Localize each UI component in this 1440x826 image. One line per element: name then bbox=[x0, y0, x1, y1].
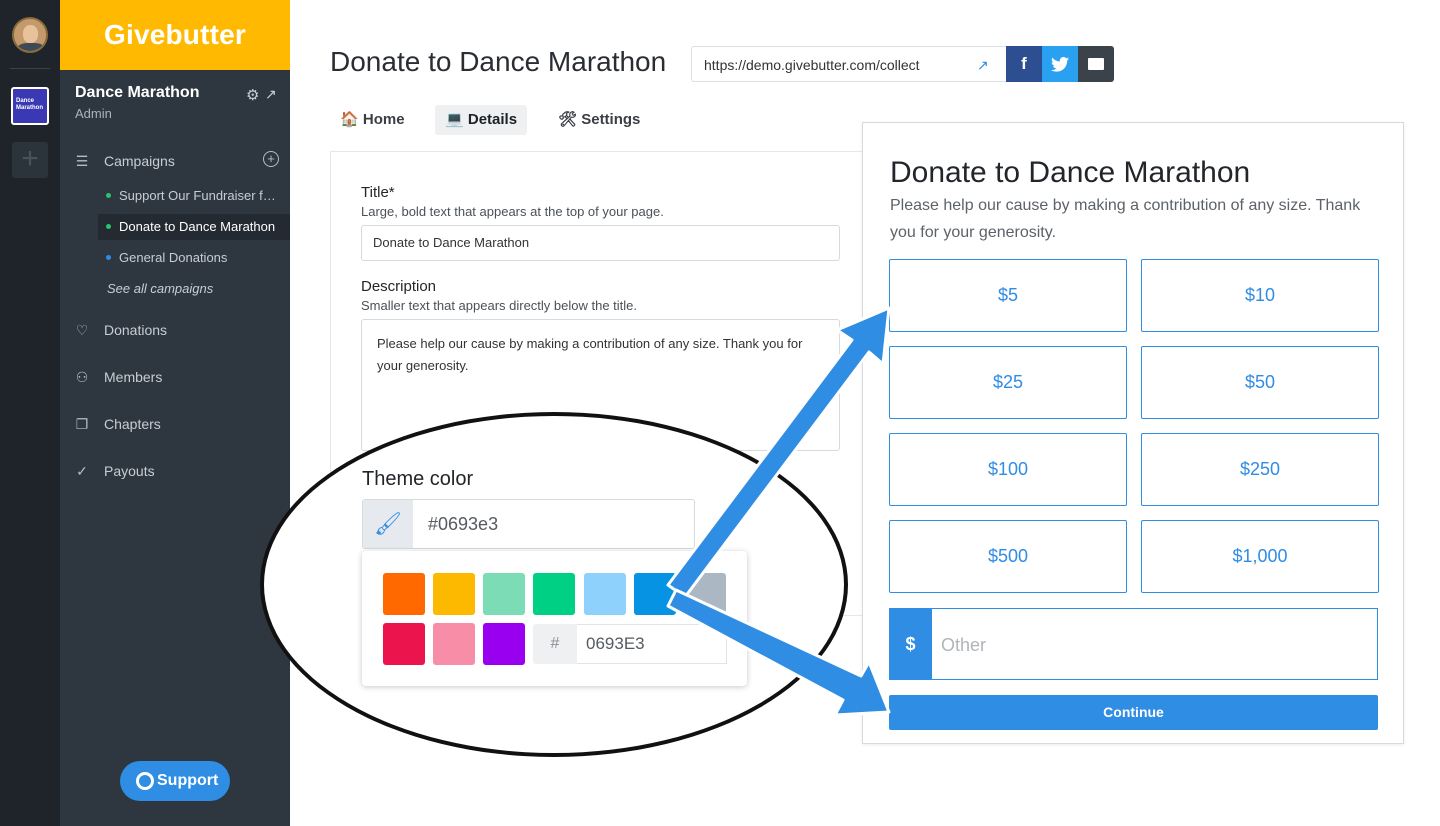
facebook-share-button[interactable]: f bbox=[1006, 46, 1042, 82]
amount-button[interactable]: $10 bbox=[1141, 259, 1379, 332]
title-hint: Large, bold text that appears at the top… bbox=[361, 204, 664, 219]
user-avatar[interactable] bbox=[12, 17, 48, 53]
color-swatch-red[interactable] bbox=[383, 623, 425, 665]
tab-settings[interactable]: 🛠 Settings bbox=[548, 105, 650, 135]
avatar-shirt bbox=[17, 43, 45, 51]
sidebar-item-label: Donations bbox=[104, 322, 168, 338]
email-share-button[interactable] bbox=[1078, 46, 1114, 82]
sidebar-item-label: Members bbox=[104, 369, 163, 385]
description-hint: Smaller text that appears directly below… bbox=[361, 298, 638, 313]
brand-logo[interactable]: Givebutter bbox=[60, 0, 290, 70]
campaign-item[interactable]: General Donations bbox=[98, 245, 290, 271]
amount-button[interactable]: $500 bbox=[889, 520, 1127, 593]
heart-icon: ♡ bbox=[75, 322, 89, 338]
hex-color-input[interactable]: 0693E3 bbox=[577, 624, 727, 664]
status-dot bbox=[106, 255, 111, 260]
app-rail: Dance Marathon + bbox=[0, 0, 60, 826]
twitter-share-button[interactable] bbox=[1042, 46, 1078, 82]
status-dot bbox=[106, 224, 111, 229]
external-link-icon[interactable]: ↗ bbox=[977, 57, 989, 74]
campaign-label: General Donations bbox=[119, 250, 228, 265]
sidebar-item-label: Payouts bbox=[104, 463, 155, 479]
support-button[interactable]: Support bbox=[120, 761, 230, 801]
campaign-label: Support Our Fundraiser f… bbox=[119, 188, 276, 203]
description-label: Description bbox=[361, 278, 437, 295]
org-tile[interactable]: Dance Marathon bbox=[11, 87, 49, 125]
continue-button[interactable]: Continue bbox=[889, 695, 1378, 730]
org-name: Dance Marathon bbox=[75, 84, 200, 101]
color-swatch-blue-selected[interactable] bbox=[634, 573, 676, 615]
campaign-url-field[interactable]: https://demo.givebutter.com/collect bbox=[691, 46, 1007, 82]
rail-divider bbox=[10, 68, 50, 69]
other-amount-input[interactable]: Other bbox=[931, 608, 1378, 680]
color-swatch-light-blue[interactable] bbox=[584, 573, 626, 615]
sidebar-item-label: Chapters bbox=[104, 416, 161, 432]
sidebar-item-campaigns[interactable]: ☰ Campaigns + bbox=[60, 149, 290, 177]
preview-description: Please help our cause by making a contri… bbox=[890, 197, 1361, 241]
status-dot bbox=[106, 193, 111, 198]
page-title: Donate to Dance Marathon bbox=[330, 46, 667, 77]
copy-icon: ❐ bbox=[75, 416, 89, 432]
members-icon: ⚇ bbox=[75, 369, 89, 385]
amount-button[interactable]: $250 bbox=[1141, 433, 1379, 506]
paintbrush-icon[interactable]: 🖌 bbox=[363, 500, 413, 548]
campaign-label: Donate to Dance Marathon bbox=[119, 219, 276, 234]
sidebar-item-label: Campaigns bbox=[104, 153, 175, 169]
title-input[interactable]: Donate to Dance Marathon bbox=[361, 225, 840, 261]
color-swatch-purple[interactable] bbox=[483, 623, 525, 665]
color-palette-popover bbox=[362, 551, 747, 686]
sidebar-item-donations[interactable]: ♡ Donations bbox=[60, 318, 290, 346]
sidebar-item-chapters[interactable]: ❐ Chapters bbox=[60, 412, 290, 440]
sidebar-item-members[interactable]: ⚇ Members bbox=[60, 365, 290, 393]
support-label: Support bbox=[157, 772, 219, 789]
hex-hash-label: # bbox=[533, 624, 577, 664]
sidebar-item-payouts[interactable]: ✓ Payouts bbox=[60, 459, 290, 487]
twitter-icon bbox=[1051, 57, 1069, 72]
color-swatch-mint[interactable] bbox=[483, 573, 525, 615]
add-campaign-icon[interactable]: + bbox=[263, 151, 279, 167]
tab-label: Details bbox=[467, 111, 518, 128]
color-swatch-gray[interactable] bbox=[684, 573, 726, 615]
tab-label: Home bbox=[362, 111, 405, 128]
campaign-item-active[interactable]: Donate to Dance Marathon bbox=[98, 214, 290, 240]
title-label: Title* bbox=[361, 184, 395, 201]
amount-button[interactable]: $100 bbox=[889, 433, 1127, 506]
list-icon: ☰ bbox=[75, 153, 89, 169]
theme-color-value: #0693e3 bbox=[428, 514, 499, 534]
tab-details[interactable]: 💻 Details bbox=[435, 105, 528, 135]
external-link-icon[interactable]: ↗ bbox=[265, 86, 277, 103]
currency-prefix: $ bbox=[889, 608, 932, 680]
amount-button[interactable]: $25 bbox=[889, 346, 1127, 419]
lifebuoy-icon bbox=[136, 772, 154, 790]
add-org-button[interactable]: + bbox=[12, 142, 48, 178]
check-circle-icon: ✓ bbox=[76, 463, 88, 479]
amount-button[interactable]: $5 bbox=[889, 259, 1127, 332]
laptop-icon: 💻 bbox=[445, 111, 464, 128]
tab-home[interactable]: 🏠 Home bbox=[330, 105, 415, 135]
amount-button[interactable]: $50 bbox=[1141, 346, 1379, 419]
org-role: Admin bbox=[75, 106, 112, 121]
home-icon: 🏠 bbox=[340, 111, 359, 128]
amount-button[interactable]: $1,000 bbox=[1141, 520, 1379, 593]
gear-icon[interactable]: ⚙ bbox=[246, 86, 259, 104]
sidebar: Givebutter Dance Marathon Admin ⚙ ↗ ☰ Ca… bbox=[60, 0, 290, 826]
color-swatch-pink[interactable] bbox=[433, 623, 475, 665]
theme-color-input[interactable]: 🖌 #0693e3 bbox=[362, 499, 695, 549]
avatar-face bbox=[23, 25, 38, 43]
tab-label: Settings bbox=[581, 111, 641, 128]
preview-title: Donate to Dance Marathon bbox=[890, 156, 1251, 189]
color-swatch-green[interactable] bbox=[533, 573, 575, 615]
color-swatch-orange[interactable] bbox=[383, 573, 425, 615]
campaign-item[interactable]: Support Our Fundraiser f… bbox=[98, 183, 290, 209]
envelope-icon bbox=[1088, 58, 1104, 70]
tools-icon: 🛠 bbox=[558, 111, 578, 128]
theme-color-label: Theme color bbox=[362, 468, 474, 490]
color-swatch-amber[interactable] bbox=[433, 573, 475, 615]
see-all-campaigns-link[interactable]: See all campaigns bbox=[107, 281, 213, 296]
